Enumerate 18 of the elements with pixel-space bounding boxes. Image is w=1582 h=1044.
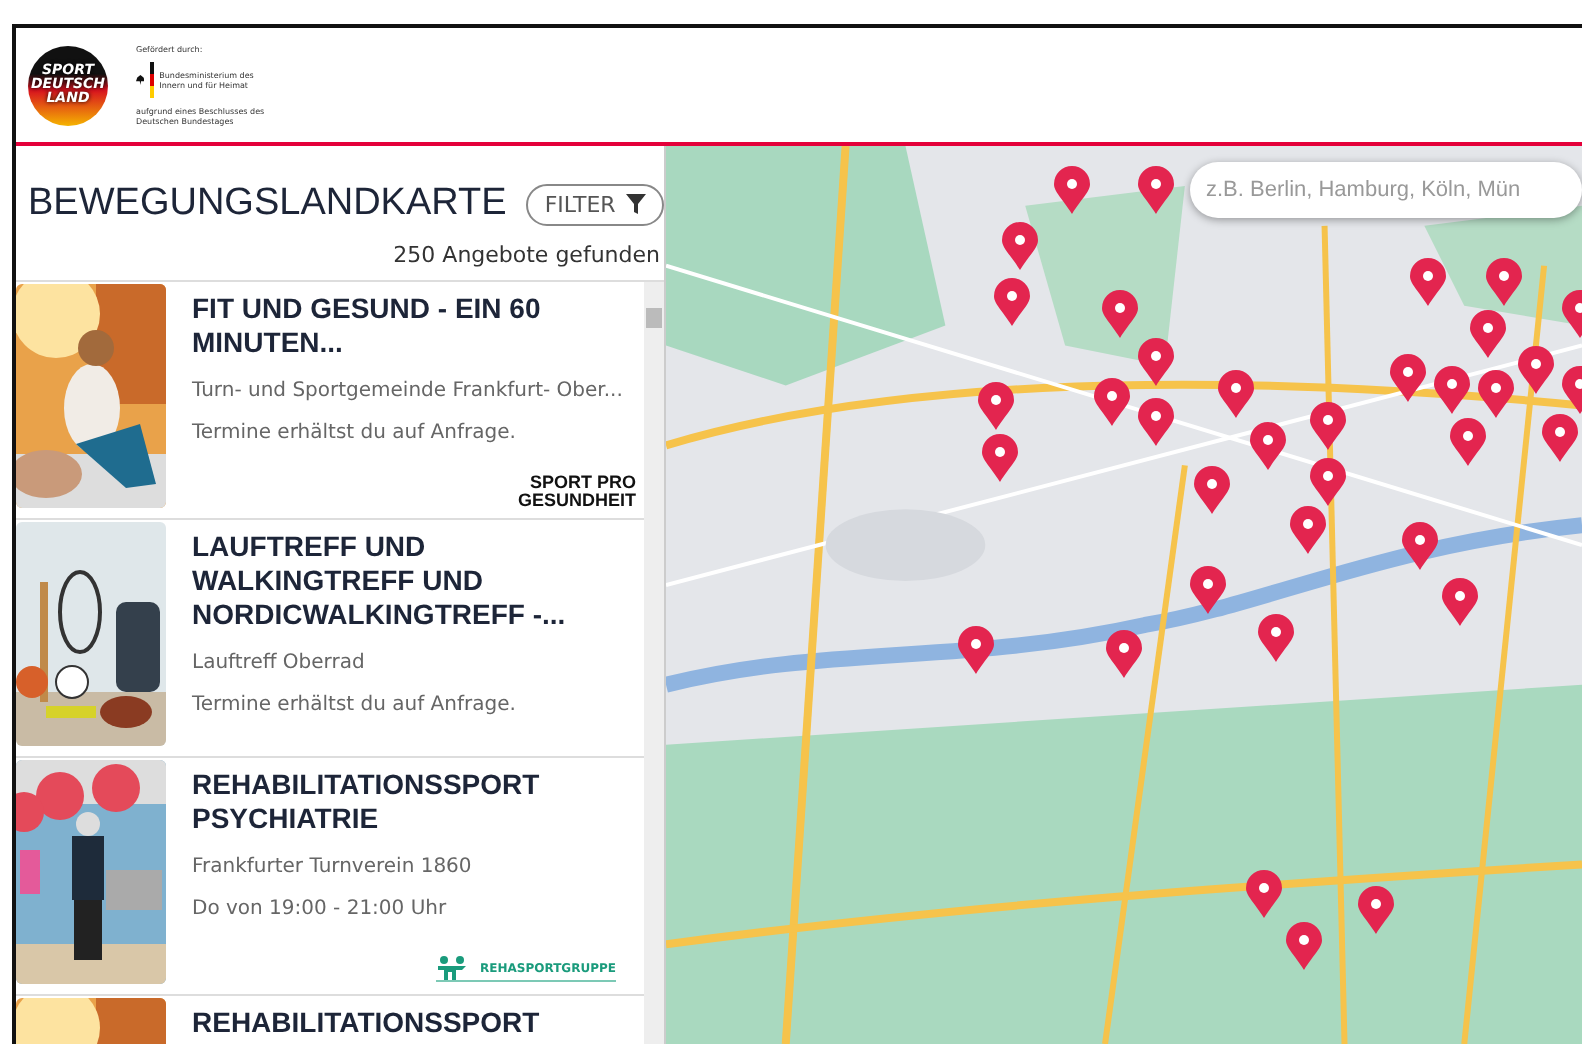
club-name: Lauftreff Oberrad xyxy=(192,652,367,674)
offer-title: REHABILITATIONSSPORT xyxy=(192,1006,542,1040)
offer-title: REHABILITATIONSSPORT PSYCHIATRIE xyxy=(192,768,542,836)
schedule-text: Termine erhältst du auf Anfrage. xyxy=(192,422,518,444)
schedule-text: Termine erhältst du auf Anfrage. xyxy=(192,694,518,716)
page-title: BEWEGUNGSLANDKARTE xyxy=(28,182,507,226)
offer-card[interactable]: LAUFTREFF UND WALKINGTREFF UND NORDICWALKINGTREFF -... Lauftreff Oberrad Termine erhältst du auf Anfrage. xyxy=(16,520,644,758)
filter-button[interactable]: FILTER xyxy=(526,183,664,225)
sport-pro-gesundheit-logo: SPORT PRO GESUNDHEIT xyxy=(517,474,636,510)
offer-card[interactable]: FIT UND GESUND - EIN 60 MINUTEN... Turn- und Sportgemeinde Frankfurt- Ober... Termine erhältst du auf Anfrage. SPORT PRO GESUNDHEIT xyxy=(16,282,644,520)
offer-title: FIT UND GESUND - EIN 60 MINUTEN... xyxy=(192,292,543,360)
offer-card[interactable]: REHABILITATIONSSPORT xyxy=(16,996,644,1044)
schedule-text: Do von 19:00 - 21:00 Uhr xyxy=(192,898,449,920)
result-count: 250 Angebote gefunden xyxy=(393,240,662,272)
club-name: Turn- und Sportgemeinde Frankfurt- Ober... xyxy=(192,380,625,402)
club-name: Frankfurter Turnverein 1860 xyxy=(192,856,474,878)
location-search-field[interactable]: z.B. Berlin, Hamburg, Köln, Mün xyxy=(1190,162,1582,218)
offer-title: LAUFTREFF UND WALKINGTREFF UND NORDICWALKINGTREFF -... xyxy=(192,530,568,632)
